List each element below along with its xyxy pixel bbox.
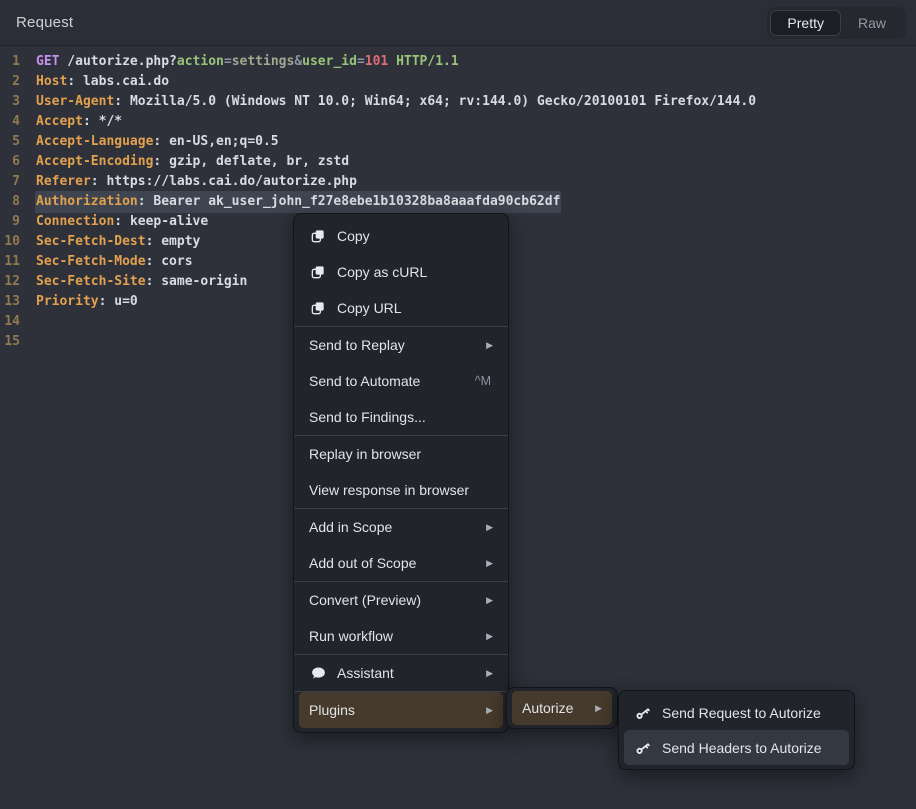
line-content-selected[interactable]: Authorization: Bearer ak_user_john_f27e8…: [36, 192, 560, 212]
menu-shortcut: ^M: [475, 374, 491, 388]
line-content[interactable]: Accept: */*: [36, 112, 122, 132]
menu-item-label: View response in browser: [309, 482, 469, 498]
menu-item-label: Run workflow: [309, 628, 393, 644]
code-line-2[interactable]: 2 Host: labs.cai.do: [0, 72, 916, 92]
context-menu: CopyCopy as cURLCopy URLSend to Replay▶S…: [293, 213, 509, 733]
line-content[interactable]: Priority: u=0: [36, 292, 138, 312]
line-content[interactable]: Sec-Fetch-Mode: cors: [36, 252, 193, 272]
menu-item-label: Add in Scope: [309, 519, 392, 535]
line-content[interactable]: GET /autorize.php?action=settings&user_i…: [36, 52, 459, 72]
line-number: 9: [0, 212, 20, 232]
line-content[interactable]: Connection: keep-alive: [36, 212, 208, 232]
request-panel-header: Request Pretty Raw: [0, 0, 916, 46]
line-number: 15: [0, 332, 20, 352]
line-number: 6: [0, 152, 20, 172]
menu-item-convert-preview[interactable]: Convert (Preview) ▶: [299, 582, 503, 618]
submenu-arrow-icon: ▶: [486, 341, 493, 350]
menu-item-label: Copy URL: [337, 300, 402, 316]
line-content[interactable]: Host: labs.cai.do: [36, 72, 169, 92]
code-line-7[interactable]: 7 Referer: https://labs.cai.do/autorize.p…: [0, 172, 916, 192]
menu-item-replay-in-browser[interactable]: Replay in browser: [299, 436, 503, 472]
line-number: 4: [0, 112, 20, 132]
menu-item-add-out-of-scope[interactable]: Add out of Scope ▶: [299, 545, 503, 581]
menu-item-copy[interactable]: Copy: [299, 218, 503, 254]
code-line-6[interactable]: 6 Accept-Encoding: gzip, deflate, br, zst…: [0, 152, 916, 172]
menu-item-label: Send Headers to Autorize: [662, 740, 822, 756]
menu-item-label: Send Request to Autorize: [662, 705, 821, 721]
key-icon: [634, 739, 652, 757]
menu-item-label: Copy: [337, 228, 370, 244]
chat-icon: [309, 664, 327, 682]
code-line-4[interactable]: 4 Accept: */*: [0, 112, 916, 132]
panel-title: Request: [16, 14, 73, 31]
line-number: 5: [0, 132, 20, 152]
line-number: 7: [0, 172, 20, 192]
menu-item-label: Plugins: [309, 702, 355, 718]
submenu-arrow-icon: ▶: [486, 596, 493, 605]
menu-item-label: Send to Automate: [309, 373, 420, 389]
code-line-3[interactable]: 3 User-Agent: Mozilla/5.0 (Windows NT 10.…: [0, 92, 916, 112]
line-number: 2: [0, 72, 20, 92]
line-number: 10: [0, 232, 20, 252]
menu-item-label: Replay in browser: [309, 446, 421, 462]
menu-item-copy-url[interactable]: Copy URL: [299, 290, 503, 326]
line-content[interactable]: Referer: https://labs.cai.do/autorize.ph…: [36, 172, 357, 192]
line-content[interactable]: Accept-Encoding: gzip, deflate, br, zstd: [36, 152, 349, 172]
copy-icon: [309, 263, 327, 281]
menu-item-label: Send to Replay: [309, 337, 405, 353]
line-number: 13: [0, 292, 20, 312]
line-content[interactable]: Sec-Fetch-Site: same-origin: [36, 272, 247, 292]
menu-item-send-to-automate[interactable]: Send to Automate ^M: [299, 363, 503, 399]
submenu-arrow-icon: ▶: [486, 523, 493, 532]
line-content[interactable]: User-Agent: Mozilla/5.0 (Windows NT 10.0…: [36, 92, 756, 112]
menu-item-send-request-to-autorize[interactable]: Send Request to Autorize: [624, 695, 849, 730]
line-number: 3: [0, 92, 20, 112]
menu-item-label: Assistant: [337, 665, 394, 681]
menu-item-run-workflow[interactable]: Run workflow ▶: [299, 618, 503, 654]
submenu-arrow-icon: ▶: [486, 706, 493, 715]
menu-item-send-to-replay[interactable]: Send to Replay ▶: [299, 327, 503, 363]
menu-item-send-headers-to-autorize[interactable]: Send Headers to Autorize: [624, 730, 849, 765]
tab-pretty[interactable]: Pretty: [770, 10, 841, 36]
menu-item-plugins[interactable]: Plugins ▶: [299, 692, 503, 728]
menu-item-assistant[interactable]: Assistant ▶: [299, 655, 503, 691]
menu-item-autorize[interactable]: Autorize ▶: [512, 691, 612, 725]
menu-item-send-to-findings[interactable]: Send to Findings...: [299, 399, 503, 435]
submenu-arrow-icon: ▶: [486, 669, 493, 678]
line-content[interactable]: Sec-Fetch-Dest: empty: [36, 232, 200, 252]
line-number: 11: [0, 252, 20, 272]
key-icon: [634, 704, 652, 722]
code-line-8[interactable]: 8 Authorization: Bearer ak_user_john_f27e…: [0, 192, 916, 212]
autorize-submenu: Send Request to Autorize Send Headers to …: [618, 690, 855, 770]
line-number: 8: [0, 192, 20, 212]
copy-icon: [309, 227, 327, 245]
line-number: 14: [0, 312, 20, 332]
menu-item-label: Add out of Scope: [309, 555, 416, 571]
menu-item-label: Send to Findings...: [309, 409, 426, 425]
submenu-arrow-icon: ▶: [595, 704, 602, 713]
submenu-arrow-icon: ▶: [486, 559, 493, 568]
plugins-submenu: Autorize ▶: [506, 687, 618, 729]
line-number: 12: [0, 272, 20, 292]
menu-item-label: Convert (Preview): [309, 592, 421, 608]
tab-raw[interactable]: Raw: [841, 10, 903, 36]
copy-icon: [309, 299, 327, 317]
line-content[interactable]: Accept-Language: en-US,en;q=0.5: [36, 132, 279, 152]
view-toggle: Pretty Raw: [767, 7, 906, 39]
code-line-1[interactable]: 1 GET /autorize.php?action=settings&user_…: [0, 52, 916, 72]
line-number: 1: [0, 52, 20, 72]
menu-item-label: Autorize: [522, 700, 573, 716]
menu-item-label: Copy as cURL: [337, 264, 427, 280]
submenu-arrow-icon: ▶: [486, 632, 493, 641]
menu-item-add-in-scope[interactable]: Add in Scope ▶: [299, 509, 503, 545]
code-line-5[interactable]: 5 Accept-Language: en-US,en;q=0.5: [0, 132, 916, 152]
menu-item-view-response-in-browser[interactable]: View response in browser: [299, 472, 503, 508]
menu-item-copy-as-curl[interactable]: Copy as cURL: [299, 254, 503, 290]
